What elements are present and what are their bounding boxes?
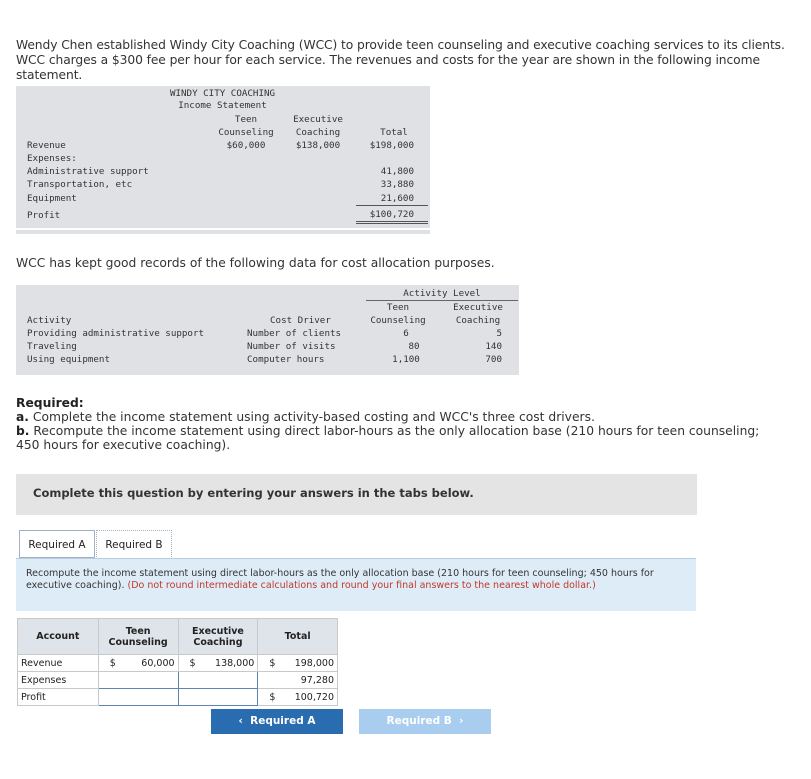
required-section: Required: a. Complete the income stateme…: [16, 396, 786, 452]
activity-level-underline: [366, 300, 518, 301]
answer-col-exec: Executive Coaching: [177, 618, 259, 655]
act-col-teen-2: Counseling: [370, 315, 426, 326]
answer-col-account: Account: [17, 618, 99, 655]
required-a-label: a.: [16, 410, 29, 424]
statement-title: WINDY CITY COACHING: [169, 88, 276, 99]
activity-driver: Number of clients: [247, 328, 342, 339]
answer-revenue-teen: $60,000: [97, 654, 179, 672]
next-required-b-button[interactable]: Required B ›: [359, 709, 491, 734]
expense-row-label: Transportation, etc: [27, 179, 133, 190]
col-teen-header-2: Counseling: [218, 127, 274, 138]
profit-label: Profit: [27, 210, 61, 221]
answer-col-teen: Teen Counseling: [97, 618, 179, 655]
instruction-note: (Do not round intermediate calculations …: [127, 580, 596, 591]
answer-table: Account Teen Counseling Executive Coaching…: [17, 618, 338, 706]
expenses-label: Expenses:: [27, 153, 77, 164]
expense-row-total: 41,800: [380, 166, 414, 177]
answer-expenses-total: 97,280: [257, 671, 338, 689]
answer-col-total: Total: [257, 618, 338, 655]
answer-profit-label: Profit: [17, 688, 99, 706]
instruction-box: Recompute the income statement using dir…: [16, 558, 696, 611]
instructions-banner: Complete this question by entering your …: [16, 474, 697, 515]
profit-exec-input[interactable]: [177, 688, 259, 706]
banner-text: Complete this question by entering your …: [33, 486, 474, 500]
act-col-activity: Activity: [27, 315, 72, 326]
col-total-header: Total: [380, 127, 408, 138]
expense-row-total: 21,600: [380, 193, 414, 204]
revenue-total: $198,000: [369, 140, 414, 151]
statement-subtitle: Income Statement: [178, 100, 267, 111]
activity-teen-value: 6: [403, 328, 409, 339]
total-underline: [356, 205, 428, 206]
answer-revenue-label: Revenue: [17, 654, 99, 672]
revenue-teen: $60,000: [226, 140, 266, 151]
profit-teen-input[interactable]: [97, 688, 179, 706]
profit-double-underline: [356, 221, 428, 224]
revenue-exec: $138,000: [295, 140, 341, 151]
expense-row-label: Equipment: [27, 193, 77, 204]
tab-required-b[interactable]: Required B: [96, 530, 172, 559]
col-exec-header-2: Coaching: [295, 127, 341, 138]
tab-required-a[interactable]: Required A: [19, 530, 95, 558]
prev-button-label: Required A: [250, 715, 316, 727]
income-statement-bottom-line: [16, 230, 430, 234]
activity-exec-value: 140: [485, 341, 502, 352]
activity-level-header: Activity Level: [403, 288, 481, 299]
answer-revenue-exec: $138,000: [177, 654, 259, 672]
expense-row-total: 33,880: [380, 179, 414, 190]
activity-teen-value: 80: [408, 341, 420, 352]
required-a-text: Complete the income statement using acti…: [32, 410, 595, 424]
required-b-text: Recompute the income statement using dir…: [16, 424, 760, 452]
revenue-label: Revenue: [27, 140, 66, 151]
profit-total: $100,720: [369, 209, 414, 220]
intro-text: Wendy Chen established Windy City Coachi…: [16, 38, 785, 82]
activity-driver: Number of visits: [247, 341, 336, 352]
chevron-left-icon: ‹: [238, 715, 243, 727]
answer-revenue-total: $198,000: [257, 654, 338, 672]
activity-driver: Computer hours: [247, 354, 325, 365]
activity-exec-value: 700: [485, 354, 502, 365]
answer-expenses-label: Expenses: [17, 671, 99, 689]
records-text: WCC has kept good records of the followi…: [16, 256, 495, 270]
answer-profit-total: $100,720: [257, 688, 338, 706]
act-col-exec-1: Executive: [453, 302, 503, 313]
activity-name: Using equipment: [27, 354, 110, 365]
act-col-exec-2: Coaching: [455, 315, 501, 326]
col-exec-header-1: Executive: [293, 114, 343, 125]
prev-required-a-button[interactable]: ‹ Required A: [211, 709, 343, 734]
required-heading: Required:: [16, 396, 84, 410]
col-teen-header-1: Teen: [234, 114, 258, 125]
table-row: Revenue $60,000 $138,000 $198,000: [17, 654, 338, 672]
expenses-exec-input[interactable]: [177, 671, 259, 689]
table-row: Expenses 97,280: [17, 671, 338, 689]
activity-name: Providing administrative support: [27, 328, 205, 339]
table-row: Profit $100,720: [17, 688, 338, 706]
activity-exec-value: 5: [496, 328, 502, 339]
activity-name: Traveling: [27, 341, 77, 352]
act-col-driver: Cost Driver: [270, 315, 331, 326]
activity-teen-value: 1,100: [392, 354, 420, 365]
chevron-right-icon: ›: [459, 715, 464, 727]
act-col-teen-1: Teen: [386, 302, 410, 313]
expense-row-label: Administrative support: [27, 166, 149, 177]
expenses-teen-input[interactable]: [97, 671, 179, 689]
next-button-label: Required B: [386, 715, 452, 727]
required-b-label: b.: [16, 424, 30, 438]
